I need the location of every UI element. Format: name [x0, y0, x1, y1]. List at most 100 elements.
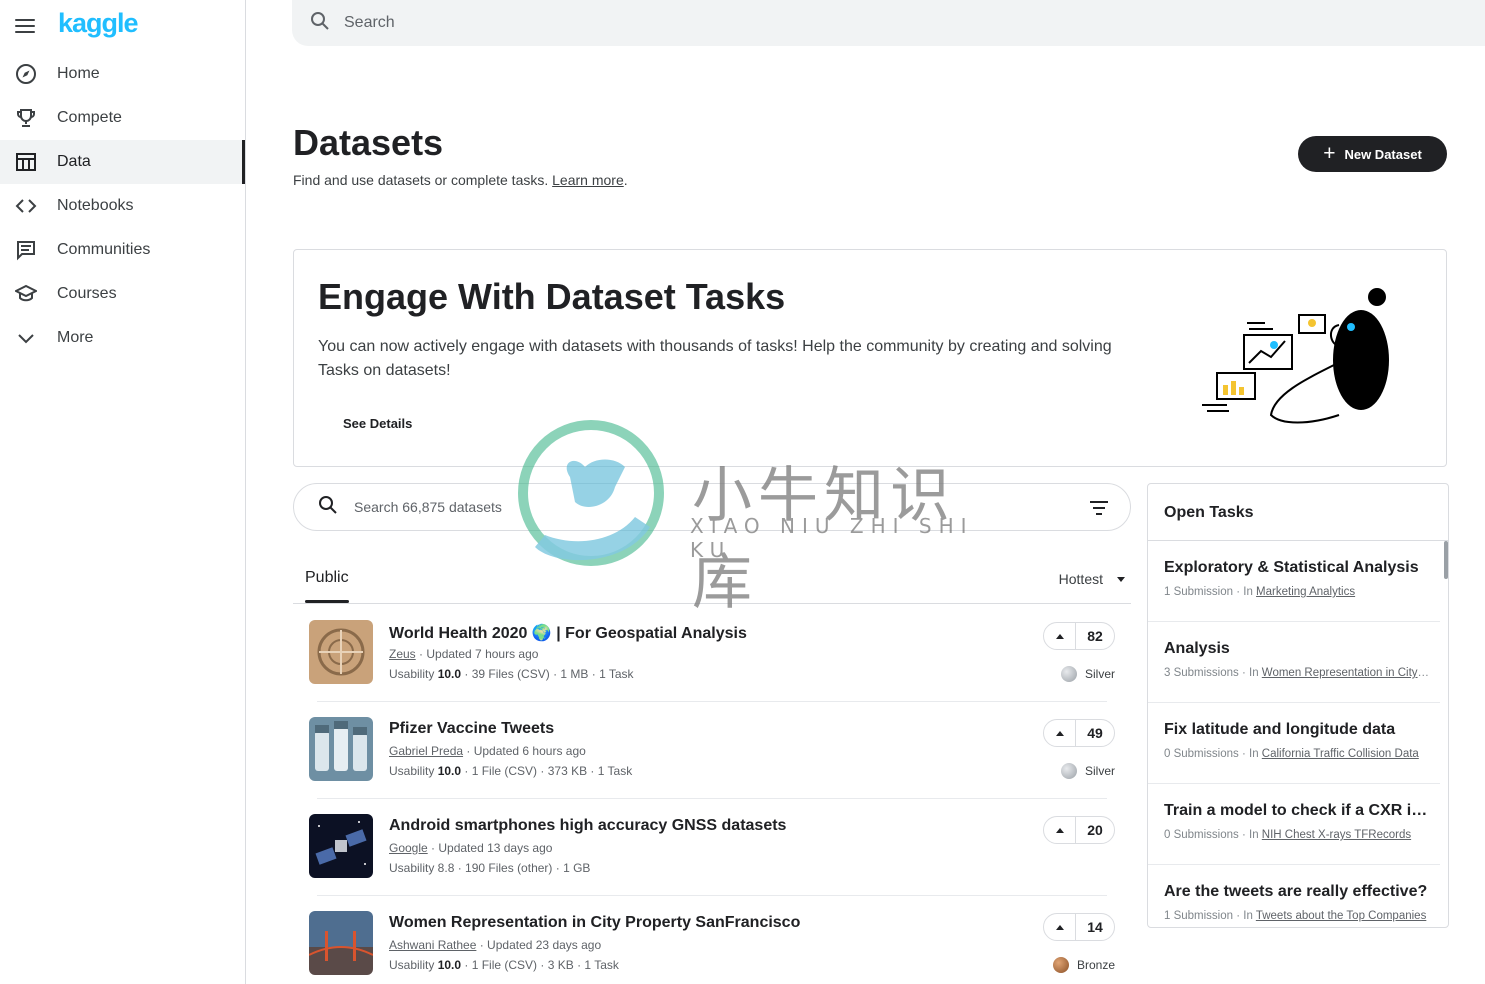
sidebar-item-courses[interactable]: Courses — [0, 272, 245, 316]
task-dataset-link[interactable]: California Traffic Collision Data — [1262, 748, 1419, 760]
dataset-row[interactable]: World Health 2020 🌍 | For Geospatial Ana… — [309, 605, 1115, 702]
tasks-scrollbar[interactable] — [1444, 541, 1448, 579]
sidebar-item-label: Data — [57, 153, 91, 170]
table-icon — [15, 151, 37, 173]
plus-icon: + — [1323, 141, 1336, 165]
compass-icon — [15, 63, 37, 85]
new-dataset-button[interactable]: + New Dataset — [1298, 136, 1447, 172]
dataset-meta: Ashwani Rathee · Updated 23 days ago — [389, 938, 602, 952]
upvote-button[interactable]: 20 — [1043, 816, 1115, 844]
task-dataset-link[interactable]: Women Representation in City Property Sa… — [1262, 667, 1430, 679]
sidebar-header: kaggle — [0, 0, 245, 52]
task-item[interactable]: Exploratory & Statistical Analysis 1 Sub… — [1148, 541, 1440, 622]
task-meta: 1 Submission · In Tweets about the Top C… — [1164, 910, 1427, 922]
upvote-button[interactable]: 14 — [1043, 913, 1115, 941]
dataset-tabs: Public Hottest — [293, 558, 1131, 604]
vote-count: 20 — [1087, 822, 1103, 838]
trophy-icon — [15, 107, 37, 129]
new-dataset-label: New Dataset — [1344, 146, 1422, 162]
tab-public[interactable]: Public — [305, 569, 349, 587]
caret-up-icon — [1044, 623, 1076, 649]
task-item[interactable]: Are the tweets are really effective? 1 S… — [1148, 865, 1440, 927]
dataset-title[interactable]: Pfizer Vaccine Tweets — [389, 720, 554, 738]
code-icon — [15, 195, 37, 217]
chevron-down-icon — [15, 327, 37, 349]
banner-body: You can now actively engage with dataset… — [318, 338, 1112, 379]
page-subtitle: Find and use datasets or complete tasks.… — [293, 172, 628, 188]
dataset-search-bar[interactable] — [293, 483, 1131, 531]
dataset-author[interactable]: Google — [389, 841, 428, 855]
dataset-author[interactable]: Gabriel Preda — [389, 744, 463, 758]
page-title: Datasets — [293, 122, 444, 163]
vote-count: 49 — [1087, 725, 1103, 741]
sidebar: kaggle Home Compete Data Notebooks Commu… — [0, 0, 246, 984]
upvote-button[interactable]: 49 — [1043, 719, 1115, 747]
search-icon — [318, 495, 338, 520]
see-details-button[interactable]: See Details — [343, 416, 412, 431]
sidebar-item-notebooks[interactable]: Notebooks — [0, 184, 245, 228]
bronze-medal-icon — [1052, 957, 1069, 973]
dataset-row[interactable]: Women Representation in City Property Sa… — [309, 896, 1115, 984]
upvote-button[interactable]: 82 — [1043, 622, 1115, 650]
task-dataset-link[interactable]: Marketing Analytics — [1256, 586, 1355, 598]
sidebar-item-data[interactable]: Data — [0, 140, 245, 184]
open-tasks-title: Open Tasks — [1148, 484, 1448, 541]
medal-badge: Silver — [1060, 763, 1115, 779]
dataset-thumbnail — [309, 911, 373, 975]
dataset-title[interactable]: Women Representation in City Property Sa… — [389, 914, 800, 932]
filter-icon[interactable] — [1088, 498, 1110, 518]
task-item[interactable]: Analysis 3 Submissions · In Women Repres… — [1148, 622, 1440, 703]
dataset-author[interactable]: Zeus — [389, 647, 416, 661]
silver-medal-icon — [1060, 763, 1077, 779]
dataset-meta: Gabriel Preda · Updated 6 hours ago — [389, 744, 586, 758]
task-title[interactable]: Train a model to check if a CXR is norma… — [1164, 802, 1430, 820]
dataset-details: Usability 10.0 · 1 File (CSV) · 3 KB · 1… — [389, 958, 619, 972]
dataset-meta: Google · Updated 13 days ago — [389, 841, 553, 855]
task-item[interactable]: Train a model to check if a CXR is norma… — [1148, 784, 1440, 865]
sidebar-item-label: More — [57, 329, 94, 346]
sidebar-item-compete[interactable]: Compete — [0, 96, 245, 140]
sidebar-item-more[interactable]: More — [0, 316, 245, 360]
task-title[interactable]: Fix latitude and longitude data — [1164, 721, 1430, 739]
sort-dropdown[interactable]: Hottest — [1059, 571, 1125, 587]
dataset-author[interactable]: Ashwani Rathee — [389, 938, 476, 952]
sidebar-item-home[interactable]: Home — [0, 52, 245, 96]
task-title[interactable]: Exploratory & Statistical Analysis — [1164, 559, 1430, 577]
sidebar-item-label: Courses — [57, 285, 117, 302]
data-analyst-illustration — [1202, 288, 1389, 424]
open-tasks-panel: Open Tasks Exploratory & Statistical Ana… — [1147, 483, 1449, 928]
learn-more-link[interactable]: Learn more — [552, 172, 624, 188]
dataset-row[interactable]: Pfizer Vaccine Tweets Gabriel Preda · Up… — [309, 702, 1115, 799]
task-dataset-link[interactable]: Tweets about the Top Companies — [1256, 910, 1426, 922]
sidebar-item-label: Compete — [57, 109, 122, 126]
vote-count: 82 — [1087, 628, 1103, 644]
task-item[interactable]: Fix latitude and longitude data 0 Submis… — [1148, 703, 1440, 784]
task-title[interactable]: Are the tweets are really effective? — [1164, 883, 1430, 901]
dataset-title[interactable]: World Health 2020 🌍 | For Geospatial Ana… — [389, 623, 747, 643]
search-input[interactable] — [344, 14, 944, 32]
dataset-details: Usability 10.0 · 39 Files (CSV) · 1 MB ·… — [389, 667, 634, 681]
caret-up-icon — [1044, 720, 1076, 746]
dataset-search-input[interactable] — [354, 499, 954, 515]
global-search-bar[interactable] — [292, 0, 1485, 46]
dataset-thumbnail — [309, 717, 373, 781]
task-title[interactable]: Analysis — [1164, 640, 1430, 658]
dataset-row[interactable]: Android smartphones high accuracy GNSS d… — [309, 799, 1115, 896]
dataset-meta: Zeus · Updated 7 hours ago — [389, 647, 539, 661]
tab-active-indicator — [305, 600, 349, 603]
task-meta: 0 Submissions · In NIH Chest X-rays TFRe… — [1164, 829, 1412, 841]
kaggle-logo[interactable]: kaggle — [58, 8, 139, 39]
vote-count: 14 — [1087, 919, 1103, 935]
menu-icon[interactable] — [15, 15, 37, 37]
dataset-title[interactable]: Android smartphones high accuracy GNSS d… — [389, 817, 786, 835]
sidebar-item-label: Home — [57, 65, 100, 82]
caret-up-icon — [1044, 817, 1076, 843]
medal-badge: Silver — [1060, 666, 1115, 682]
medal-badge: Bronze — [1052, 957, 1115, 973]
caret-down-icon — [1117, 576, 1125, 582]
task-meta: 1 Submission · In Marketing Analytics — [1164, 586, 1356, 598]
search-icon — [310, 11, 330, 36]
sidebar-item-communities[interactable]: Communities — [0, 228, 245, 272]
task-dataset-link[interactable]: NIH Chest X-rays TFRecords — [1262, 829, 1411, 841]
task-meta: 3 Submissions · In Women Representation … — [1164, 667, 1430, 679]
